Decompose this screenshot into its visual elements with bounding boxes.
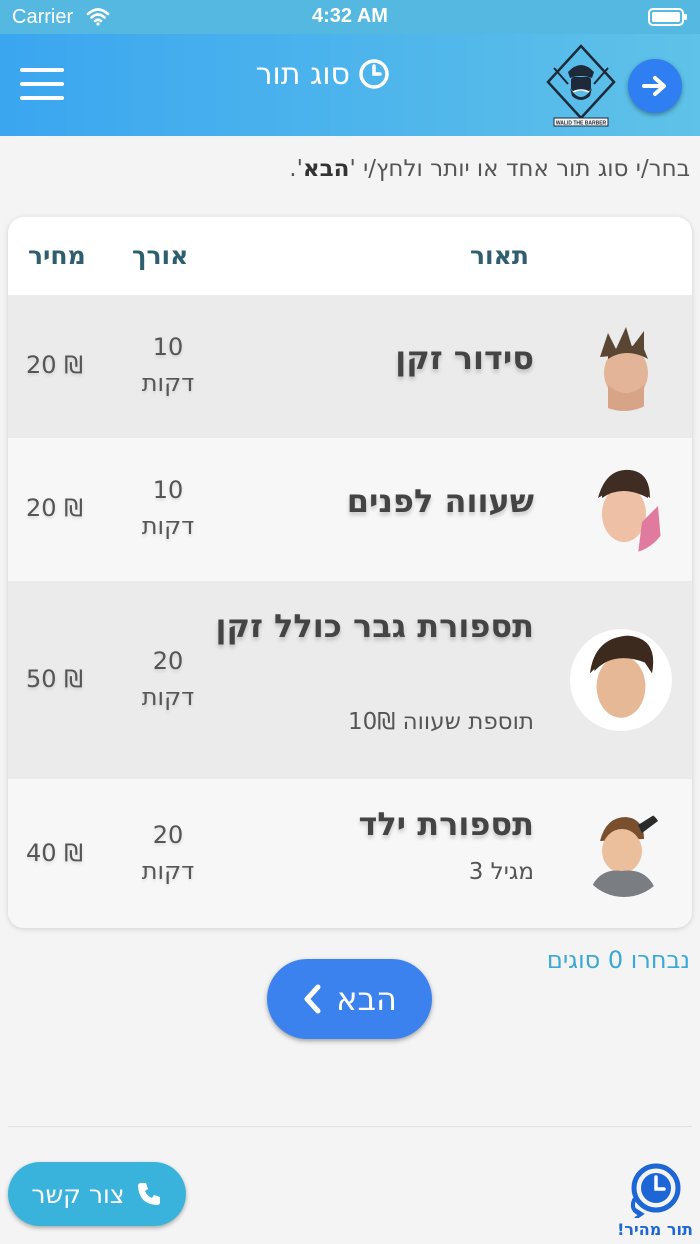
battery-icon bbox=[648, 8, 687, 26]
service-table: תאור אורך מחיר סידור זקן 10 דקות 20 ₪ שע… bbox=[8, 217, 692, 928]
menu-line bbox=[20, 96, 64, 100]
instruction-main: בחר/י סוג תור אחד או יותר ולחץ/י ' bbox=[349, 156, 690, 182]
service-name: תספורת גבר כולל זקן bbox=[215, 607, 534, 645]
instruction-text: בחר/י סוג תור אחד או יותר ולחץ/י 'הבא'. bbox=[10, 156, 690, 182]
contact-button-label: צור קשר bbox=[31, 1179, 125, 1209]
service-note: מגיל 3 bbox=[468, 859, 534, 885]
instruction-suffix: '. bbox=[289, 156, 303, 182]
next-button-label: הבא bbox=[336, 980, 397, 1018]
service-price: 50 ₪ bbox=[26, 665, 83, 693]
chevron-left-icon bbox=[304, 984, 321, 1014]
table-row[interactable]: תספורת ילד מגיל 3 20 דקות 40 ₪ bbox=[8, 779, 692, 928]
header-price: מחיר bbox=[28, 241, 86, 270]
barber-logo: WALID THE BARBER bbox=[546, 44, 616, 127]
header-length: אורך bbox=[132, 241, 189, 270]
service-length: 10 דקות bbox=[118, 472, 218, 544]
service-length: 10 דקות bbox=[118, 329, 218, 401]
length-unit: דקות bbox=[141, 857, 195, 885]
clock-icon bbox=[359, 59, 389, 89]
service-name: שעווה לפנים bbox=[346, 482, 534, 520]
service-name: סידור זקן bbox=[395, 339, 534, 377]
table-header: תאור אורך מחיר bbox=[8, 217, 692, 297]
length-unit: דקות bbox=[141, 683, 195, 711]
stopwatch-icon bbox=[630, 1163, 681, 1218]
length-value: 20 bbox=[152, 821, 184, 849]
boy-haircut-icon bbox=[578, 805, 670, 897]
service-length: 20 דקות bbox=[118, 817, 218, 889]
table-row[interactable]: שעווה לפנים 10 דקות 20 ₪ bbox=[8, 438, 692, 582]
footer-divider bbox=[8, 1126, 692, 1127]
page-title-group: סוג תור bbox=[230, 54, 390, 94]
page-title: סוג תור bbox=[255, 56, 350, 92]
arrow-right-icon bbox=[642, 76, 666, 96]
header-description: תאור bbox=[470, 241, 529, 270]
status-bar: Carrier 4:32 AM bbox=[0, 0, 700, 34]
quick-queue-button[interactable]: תור מהיר! bbox=[614, 1160, 696, 1242]
status-time: 4:32 AM bbox=[312, 5, 388, 27]
table-row[interactable]: תספורת גבר כולל זקן תוספת שעווה 10₪ 20 ד… bbox=[8, 581, 692, 780]
man-styled-hair-icon bbox=[578, 462, 670, 554]
forward-button[interactable] bbox=[628, 59, 682, 113]
contact-button[interactable]: צור קשר bbox=[8, 1162, 186, 1226]
length-value: 10 bbox=[152, 476, 184, 504]
table-row[interactable]: סידור זקן 10 דקות 20 ₪ bbox=[8, 295, 692, 439]
service-name: תספורת ילד bbox=[358, 805, 535, 843]
man-brown-hair-icon bbox=[570, 629, 672, 731]
service-price: 20 ₪ bbox=[26, 494, 83, 522]
selected-count: נבחרו 0 סוגים bbox=[546, 946, 690, 974]
service-price: 40 ₪ bbox=[26, 839, 83, 867]
length-value: 10 bbox=[152, 333, 184, 361]
service-price: 20 ₪ bbox=[26, 351, 83, 379]
length-unit: דקות bbox=[141, 369, 195, 397]
instruction-emphasis: הבא bbox=[302, 156, 350, 182]
menu-button[interactable] bbox=[20, 68, 64, 102]
quick-queue-label: תור מהיר! bbox=[617, 1220, 693, 1239]
man-spiky-hair-icon bbox=[578, 319, 670, 411]
length-unit: דקות bbox=[141, 512, 195, 540]
service-length: 20 דקות bbox=[118, 643, 218, 715]
menu-line bbox=[20, 68, 64, 72]
length-value: 20 bbox=[152, 647, 184, 675]
menu-line bbox=[20, 82, 64, 86]
service-note: תוספת שעווה 10₪ bbox=[348, 709, 534, 735]
next-button[interactable]: הבא bbox=[267, 959, 432, 1039]
logo-text: WALID THE BARBER bbox=[556, 121, 607, 127]
phone-icon bbox=[137, 1183, 160, 1205]
app-header: סוג תור WALID THE BARBER bbox=[0, 34, 700, 136]
